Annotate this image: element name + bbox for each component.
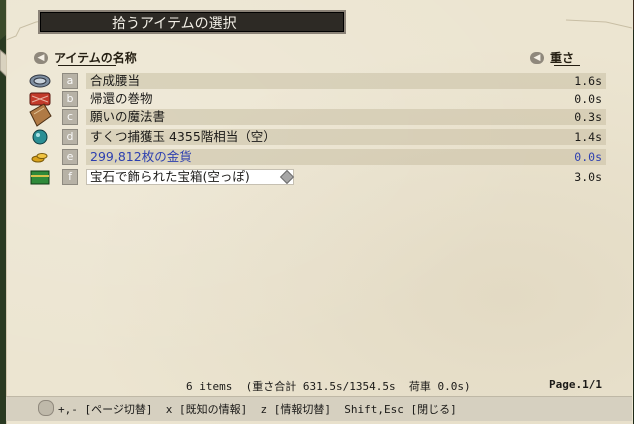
header-underline <box>58 65 116 66</box>
hint-bulb-icon <box>38 400 54 416</box>
capture-ball-icon <box>32 129 48 145</box>
item-key: d <box>62 129 78 145</box>
item-name: 願いの魔法書 <box>90 109 166 124</box>
sort-arrow-icon: ◀ <box>530 52 544 64</box>
sort-arrow-icon: ◀ <box>34 52 48 64</box>
item-row-e[interactable]: e 299,812枚の金貨 0.0s <box>28 148 606 166</box>
column-header-weight-label: 重さ <box>550 51 575 65</box>
column-header-name-label: アイテムの名称 <box>54 51 137 65</box>
item-count: 6 items <box>186 380 233 393</box>
header-underline <box>554 65 580 66</box>
item-name: 合成腰当 <box>90 73 141 88</box>
window-title: 拾うアイテムの選択 <box>38 10 346 34</box>
item-row-f[interactable]: f 宝石で飾られた宝箱(空っぽ) 3.0s <box>28 168 606 186</box>
item-weight: 0.3s <box>574 110 602 124</box>
total-weight: (重さ合計 631.5s/1354.5s <box>245 380 396 393</box>
item-row-c[interactable]: c 願いの魔法書 0.3s <box>28 103 606 127</box>
item-name: 宝石で飾られた宝箱(空っぽ) <box>90 169 250 184</box>
item-name: 299,812枚の金貨 <box>90 149 192 164</box>
item-row-d[interactable]: d すくつ捕獲玉 4355階相当（空） 1.4s <box>28 128 606 146</box>
item-weight: 0.0s <box>574 150 602 164</box>
item-key: f <box>62 169 78 185</box>
item-key: c <box>62 109 78 125</box>
treasure-chest-icon <box>30 170 50 185</box>
help-text: +,- [ページ切替] x [既知の情報] z [情報切替] Shift,Esc… <box>58 403 457 416</box>
page-indicator: Page.1/1 <box>549 378 602 391</box>
row-band <box>86 91 606 107</box>
item-weight: 0.0s <box>574 92 602 106</box>
item-weight: 1.4s <box>574 130 602 144</box>
row-band <box>86 73 606 89</box>
spellbook-icon <box>29 103 52 127</box>
cargo-weight: 荷車 0.0s) <box>408 380 471 393</box>
item-weight: 3.0s <box>574 170 602 184</box>
item-key: a <box>62 73 78 89</box>
gold-coins-icon <box>31 153 48 163</box>
column-header-weight[interactable]: ◀ 重さ <box>530 50 574 66</box>
item-key: e <box>62 149 78 165</box>
item-name: 帰還の巻物 <box>90 91 153 106</box>
item-weight: 1.6s <box>574 74 602 88</box>
belt-icon <box>29 74 51 88</box>
column-header-name[interactable]: ◀ アイテムの名称 <box>34 50 137 66</box>
item-name: すくつ捕獲玉 4355階相当（空） <box>90 129 276 144</box>
item-key: b <box>62 91 78 107</box>
status-line: 6 items (重さ合計 631.5s/1354.5s 荷車 0.0s) <box>186 378 471 394</box>
item-row-a[interactable]: a 合成腰当 1.6s <box>28 72 606 90</box>
item-row-b[interactable]: b 帰還の巻物 0.0s <box>28 90 606 108</box>
